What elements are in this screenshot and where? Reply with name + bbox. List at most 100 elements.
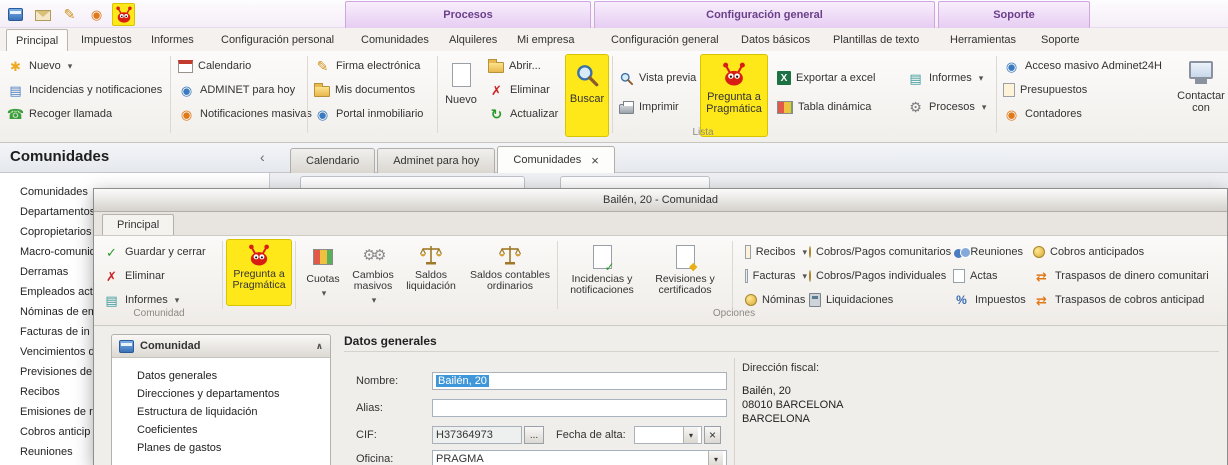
mis-documentos-button[interactable]: Mis documentos	[311, 79, 437, 101]
tab-plantillas-de-texto[interactable]: Plantillas de texto	[824, 29, 928, 51]
vista-previa-button[interactable]: Vista previa	[616, 67, 700, 89]
nuevo-menu-button[interactable]: Nuevo	[4, 55, 170, 77]
abrir-button[interactable]: Abrir...	[485, 55, 563, 77]
traspasos-cobros-button[interactable]: Traspasos de cobros anticipad	[1030, 289, 1222, 311]
tab-alquileres[interactable]: Alquileres	[440, 29, 506, 51]
cambios-masivos-button[interactable]: Cambios masivos	[342, 239, 404, 306]
nuevo-button[interactable]: Nuevo	[441, 54, 481, 137]
tab-soporte[interactable]: Soporte	[1032, 29, 1089, 51]
tabla-dinamica-button[interactable]: Tabla dinámica	[774, 96, 902, 118]
presupuestos-button[interactable]: Presupuestos	[1000, 79, 1172, 101]
actas-button[interactable]: Actas	[950, 265, 1026, 287]
calendario-button[interactable]: Calendario	[175, 55, 305, 77]
contactar-button[interactable]: Contactar con	[1176, 54, 1226, 137]
oficina-select[interactable]: PRAGMA	[432, 450, 727, 465]
incidencias-button[interactable]: Incidencias y notificaciones	[4, 79, 170, 101]
cif-lookup-button[interactable]: ...	[524, 426, 544, 444]
nav-item-direcciones[interactable]: Direcciones y departamentos	[112, 385, 330, 403]
tab-datos-basicos[interactable]: Datos básicos	[732, 29, 819, 51]
impuestos-button[interactable]: Impuestos	[950, 289, 1026, 311]
collapse-panel-icon[interactable]	[260, 149, 265, 165]
recoger-llamada-button[interactable]: Recoger llamada	[4, 103, 170, 125]
calculator-icon	[809, 293, 821, 307]
tab-herramientas[interactable]: Herramientas	[941, 29, 1025, 51]
nav-item-coeficientes[interactable]: Coeficientes	[112, 421, 330, 439]
fecha-clear-button[interactable]	[704, 426, 721, 444]
nombre-input[interactable]: Bailén, 20	[432, 372, 727, 390]
close-tab-icon[interactable]	[591, 153, 599, 168]
oficina-dropdown-icon[interactable]	[708, 451, 723, 465]
saldos-contables-button[interactable]: Saldos contables ordinarios	[466, 239, 554, 306]
traspasos-dinero-button[interactable]: Traspasos de dinero comunitari	[1030, 265, 1222, 287]
guardar-cerrar-button[interactable]: Guardar y cerrar	[100, 241, 218, 263]
dialog-titlebar[interactable]: Bailén, 20 - Comunidad	[94, 189, 1227, 212]
actualizar-button[interactable]: Actualizar	[485, 103, 563, 125]
firma-electronica-button[interactable]: Firma electrónica	[311, 55, 437, 77]
procesos-menu-button[interactable]: Procesos	[904, 96, 992, 118]
acceso-masivo-button[interactable]: Acceso masivo Adminet24H	[1000, 55, 1172, 77]
context-group-procesos: Procesos	[345, 1, 591, 28]
tab-comunidades[interactable]: Comunidades	[352, 29, 438, 51]
broadcast-button[interactable]	[85, 3, 108, 26]
page-title: Comunidades	[10, 148, 109, 165]
buscar-button[interactable]: Buscar	[565, 54, 609, 137]
informes-menu-button[interactable]: Informes	[904, 67, 992, 89]
saldos-liquidacion-label: Saldos liquidación	[404, 270, 458, 292]
cobros-anticipados-button[interactable]: Cobros anticipados	[1030, 241, 1222, 263]
portal-inmobiliario-button[interactable]: Portal inmobiliario	[311, 103, 437, 125]
nombre-label: Nombre:	[356, 375, 398, 387]
cobros-comunitarios-button[interactable]: Cobros/Pagos comunitarios	[806, 241, 946, 263]
nav-item-datos-generales[interactable]: Datos generales	[112, 367, 330, 385]
tab-configuracion-general[interactable]: Configuración general	[602, 29, 728, 51]
exportar-excel-button[interactable]: Exportar a excel	[774, 67, 902, 89]
cuotas-button[interactable]: Cuotas	[298, 239, 348, 306]
doc-tab-calendario[interactable]: Calendario	[290, 148, 375, 173]
tab-impuestos[interactable]: Impuestos	[72, 29, 141, 51]
ribbon-group-impresion: Vista previa Imprimir	[616, 67, 700, 125]
dialog-group-traspasos: Cobros anticipados Traspasos de dinero c…	[1030, 241, 1222, 313]
presupuestos-label: Presupuestos	[1020, 84, 1087, 96]
tab-informes[interactable]: Informes	[142, 29, 203, 51]
gears-icon	[363, 243, 384, 267]
doc-tab-adminet-para-hoy[interactable]: Adminet para hoy	[377, 148, 495, 173]
dialog-tab-principal[interactable]: Principal	[102, 214, 174, 235]
dialog-pregunta-pragmatica-button[interactable]: Pregunta a Pragmática	[226, 239, 292, 306]
dialog-incidencias-button[interactable]: Incidencias y notificaciones	[559, 239, 645, 306]
recibos-button[interactable]: Recibos	[742, 241, 810, 263]
tab-mi-empresa[interactable]: Mi empresa	[508, 29, 583, 51]
informes-label: Informes	[929, 72, 972, 84]
dialog-eliminar-button[interactable]: Eliminar	[100, 265, 218, 287]
nav-panel-header[interactable]: Comunidad	[112, 335, 330, 358]
mail-button[interactable]	[31, 3, 54, 26]
pregunta-pragmatica-button[interactable]: Pregunta a Pragmática	[700, 54, 768, 137]
cobros-individuales-label: Cobros/Pagos individuales	[816, 270, 946, 282]
notificaciones-masivas-button[interactable]: Notificaciones masivas	[175, 103, 305, 125]
alias-input[interactable]	[432, 399, 727, 417]
tab-principal[interactable]: Principal	[6, 29, 68, 51]
adminet-hoy-button[interactable]: ADMINET para hoy	[175, 79, 305, 101]
tab-configuracion-personal[interactable]: Configuración personal	[212, 29, 343, 51]
facturas-button[interactable]: Facturas	[742, 265, 810, 287]
eliminar-label: Eliminar	[510, 84, 550, 96]
reuniones-button[interactable]: Reuniones	[950, 241, 1026, 263]
pivot-table-icon	[777, 101, 793, 114]
nav-item-estructura[interactable]: Estructura de liquidación	[112, 403, 330, 421]
saldos-liquidacion-button[interactable]: Saldos liquidación	[402, 239, 460, 306]
cif-input[interactable]: H37364973	[432, 426, 522, 444]
doc-tab-comunidades[interactable]: Comunidades	[497, 146, 614, 173]
contadores-button[interactable]: Contadores	[1000, 103, 1172, 125]
app-window-button[interactable]	[4, 3, 27, 26]
coin-icon	[1033, 246, 1045, 258]
imprimir-button[interactable]: Imprimir	[616, 96, 700, 118]
fecha-dropdown-icon[interactable]	[683, 427, 698, 443]
phone-icon	[7, 106, 24, 122]
collapse-up-icon[interactable]	[316, 341, 323, 352]
revisiones-button[interactable]: Revisiones y certificados	[645, 239, 725, 306]
nav-item-planes-gastos[interactable]: Planes de gastos	[112, 439, 330, 457]
notes-button[interactable]	[58, 3, 81, 26]
eliminar-button[interactable]: Eliminar	[485, 79, 563, 101]
pragmatica-quick-button[interactable]	[112, 3, 135, 26]
fecha-alta-input[interactable]	[634, 426, 702, 444]
cobros-individuales-button[interactable]: Cobros/Pagos individuales	[806, 265, 946, 287]
liquidaciones-button[interactable]: Liquidaciones	[806, 289, 946, 311]
